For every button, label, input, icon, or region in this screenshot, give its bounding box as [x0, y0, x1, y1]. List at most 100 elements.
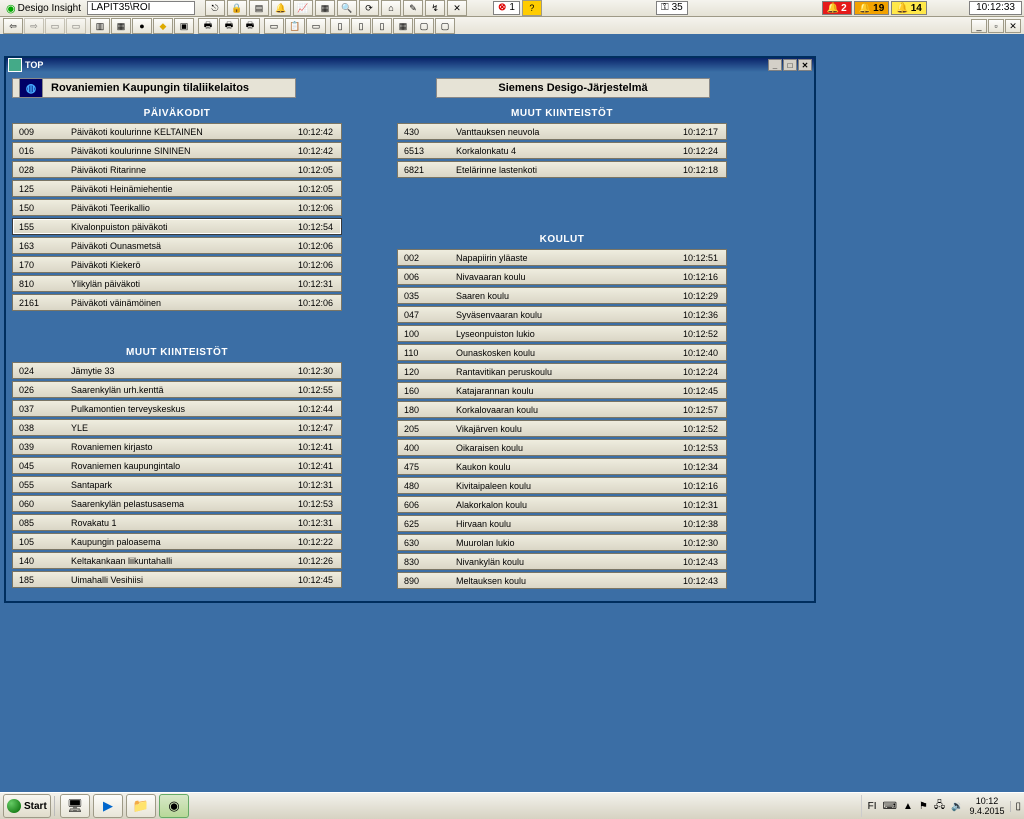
settings-icon[interactable]: ✕ — [447, 0, 467, 16]
list-row[interactable]: 038YLE10:12:47 — [12, 419, 342, 436]
list-row[interactable]: 140Keltakankaan liikuntahalli10:12:26 — [12, 552, 342, 569]
taskbar-item-1[interactable]: 🖥 — [60, 794, 90, 818]
list-row[interactable]: 026Saarenkylän urh.kenttä10:12:55 — [12, 381, 342, 398]
help-icon[interactable]: ? — [522, 0, 542, 16]
taskbar-item-2[interactable]: ▶ — [93, 794, 123, 818]
toolbar-icon-11[interactable]: ↯ — [425, 0, 445, 16]
list-row[interactable]: 035Saaren koulu10:12:29 — [397, 287, 727, 304]
list-row[interactable]: 185Uimahalli Vesihiisi10:12:45 — [12, 571, 342, 588]
print-icon-2[interactable]: 🖶 — [219, 18, 239, 34]
tray-network-icon[interactable]: 🖧 — [934, 798, 945, 815]
list-row[interactable]: 120Rantavitikan peruskoulu10:12:24 — [397, 363, 727, 380]
start-button[interactable]: Start — [3, 794, 51, 818]
list-row[interactable]: 163Päiväkoti Ounasmetsä10:12:06 — [12, 237, 342, 254]
list-row[interactable]: 6821Etelärinne lastenkoti10:12:18 — [397, 161, 727, 178]
list-row[interactable]: 150Päiväkoti Teerikallio10:12:06 — [12, 199, 342, 216]
print-icon-1[interactable]: 🖶 — [198, 18, 218, 34]
list-row[interactable]: 205Vikajärven koulu10:12:52 — [397, 420, 727, 437]
window-icon-3[interactable]: ▯ — [372, 18, 392, 34]
list-row[interactable]: 830Nivankylän koulu10:12:43 — [397, 553, 727, 570]
toolbar-icon-1[interactable]: ⎋ — [205, 0, 225, 16]
tool-icon-a4[interactable]: ◆ — [153, 18, 173, 34]
list-row[interactable]: 039Rovaniemen kirjasto10:12:41 — [12, 438, 342, 455]
list-row[interactable]: 055Santapark10:12:31 — [12, 476, 342, 493]
search-icon[interactable]: 🔍 — [337, 0, 357, 16]
globe-icon[interactable]: ◍ — [19, 78, 43, 98]
list-row[interactable]: 6513Korkalonkatu 410:12:24 — [397, 142, 727, 159]
chart-icon[interactable]: 📈 — [293, 0, 313, 16]
nav-fwd-icon[interactable]: ⇨ — [24, 18, 44, 34]
taskbar-item-desigo[interactable]: ◉ — [159, 794, 189, 818]
list-row[interactable]: 625Hirvaan koulu10:12:38 — [397, 515, 727, 532]
list-row[interactable]: 110Ounaskosken koulu10:12:40 — [397, 344, 727, 361]
list-row[interactable]: 180Korkalovaaran koulu10:12:57 — [397, 401, 727, 418]
tray-expand-icon[interactable]: ▲ — [903, 801, 913, 812]
window-icon-6[interactable]: ▢ — [435, 18, 455, 34]
tool-icon-b1[interactable]: ▭ — [264, 18, 284, 34]
list-row[interactable]: 170Päiväkoti Kiekerö10:12:06 — [12, 256, 342, 273]
bell-icon[interactable]: 🔔 — [271, 0, 291, 16]
list-row[interactable]: 606Alakorkalon koulu10:12:31 — [397, 496, 727, 513]
list-row[interactable]: 028Päiväkoti Ritarinne10:12:05 — [12, 161, 342, 178]
error-indicator[interactable]: ⊗1 — [493, 1, 520, 15]
list-row[interactable]: 890Meltauksen koulu10:12:43 — [397, 572, 727, 589]
nav-back-icon[interactable]: ⇦ — [3, 18, 23, 34]
toolbar-icon-6[interactable]: ▦ — [315, 0, 335, 16]
alarm-yellow[interactable]: 🔔 14 — [891, 1, 927, 15]
list-row[interactable]: 002Napapiirin yläaste10:12:51 — [397, 249, 727, 266]
list-row[interactable]: 475Kaukon koulu10:12:34 — [397, 458, 727, 475]
list-row[interactable]: 2161Päiväkoti väinämöinen10:12:06 — [12, 294, 342, 311]
list-row[interactable]: 047Syväsenvaaran koulu10:12:36 — [397, 306, 727, 323]
refresh-icon[interactable]: ⟳ — [359, 0, 379, 16]
tray-icon-1[interactable]: ⌨ — [883, 801, 897, 812]
lang-indicator[interactable]: FI — [868, 801, 877, 812]
list-row[interactable]: 024Jämytie 3310:12:30 — [12, 362, 342, 379]
list-row[interactable]: 105Kaupungin paloasema10:12:22 — [12, 533, 342, 550]
tool-icon-a2[interactable]: ▦ — [111, 18, 131, 34]
docwin-close-icon[interactable]: ✕ — [798, 59, 812, 71]
list-row[interactable]: 630Muurolan lukio10:12:30 — [397, 534, 727, 551]
alarm-red[interactable]: 🔔 2 — [822, 1, 852, 15]
toolbar-icon-10[interactable]: ✎ — [403, 0, 423, 16]
nav-icon-4[interactable]: ▭ — [66, 18, 86, 34]
list-row[interactable]: 100Lyseonpuiston lukio10:12:52 — [397, 325, 727, 342]
tray-sound-icon[interactable]: 🔉 — [951, 801, 963, 812]
list-row[interactable]: 125Päiväkoti Heinämiehentie10:12:05 — [12, 180, 342, 197]
toolbar-icon-3[interactable]: ▤ — [249, 0, 269, 16]
window-icon-1[interactable]: ▯ — [330, 18, 350, 34]
key-indicator[interactable]: ⚿35 — [656, 1, 688, 15]
list-row[interactable]: 160Katajarannan koulu10:12:45 — [397, 382, 727, 399]
list-row[interactable]: 400Oikaraisen koulu10:12:53 — [397, 439, 727, 456]
docwin-titlebar[interactable]: TOP _ □ ✕ — [6, 58, 814, 72]
list-row[interactable]: 045Rovaniemen kaupungintalo10:12:41 — [12, 457, 342, 474]
header-card-left[interactable]: ◍ Rovaniemien Kaupungin tilaliikelaitos — [12, 78, 296, 98]
window-icon-5[interactable]: ▢ — [414, 18, 434, 34]
list-row[interactable]: 016Päiväkoti koulurinne SININEN10:12:42 — [12, 142, 342, 159]
tool-icon-a1[interactable]: ▥ — [90, 18, 110, 34]
print-icon-3[interactable]: 🖶 — [240, 18, 260, 34]
list-row[interactable]: 810Ylikylän päiväkoti10:12:31 — [12, 275, 342, 292]
path-field[interactable]: LAPIT35\ROI — [87, 1, 195, 15]
window-icon-2[interactable]: ▯ — [351, 18, 371, 34]
show-desktop-icon[interactable]: ▯ — [1010, 801, 1021, 812]
taskbar-clock[interactable]: 10:12 9.4.2015 — [969, 796, 1004, 816]
docwin-maximize-icon[interactable]: □ — [783, 59, 797, 71]
list-row[interactable]: 155Kivalonpuiston päiväkoti10:12:54 — [12, 218, 342, 235]
lock-icon[interactable]: 🔒 — [227, 0, 247, 16]
home-icon[interactable]: ⌂ — [381, 0, 401, 16]
nav-up-icon[interactable]: ▭ — [45, 18, 65, 34]
tool-icon-a5[interactable]: ▣ — [174, 18, 194, 34]
list-row[interactable]: 430Vanttauksen neuvola10:12:17 — [397, 123, 727, 140]
mdi-close-icon[interactable]: ✕ — [1005, 19, 1021, 33]
list-row[interactable]: 085Rovakatu 110:12:31 — [12, 514, 342, 531]
clipboard-icon[interactable]: 📋 — [285, 18, 305, 34]
mdi-minimize-icon[interactable]: _ — [971, 19, 987, 33]
list-row[interactable]: 480Kivitaipaleen koulu10:12:16 — [397, 477, 727, 494]
tool-icon-b3[interactable]: ▭ — [306, 18, 326, 34]
docwin-minimize-icon[interactable]: _ — [768, 59, 782, 71]
alarm-orange[interactable]: 🔔 19 — [854, 1, 890, 15]
tool-icon-a3[interactable]: ● — [132, 18, 152, 34]
list-row[interactable]: 060Saarenkylän pelastusasema10:12:53 — [12, 495, 342, 512]
list-row[interactable]: 006Nivavaaran koulu10:12:16 — [397, 268, 727, 285]
list-row[interactable]: 037Pulkamontien terveyskeskus10:12:44 — [12, 400, 342, 417]
